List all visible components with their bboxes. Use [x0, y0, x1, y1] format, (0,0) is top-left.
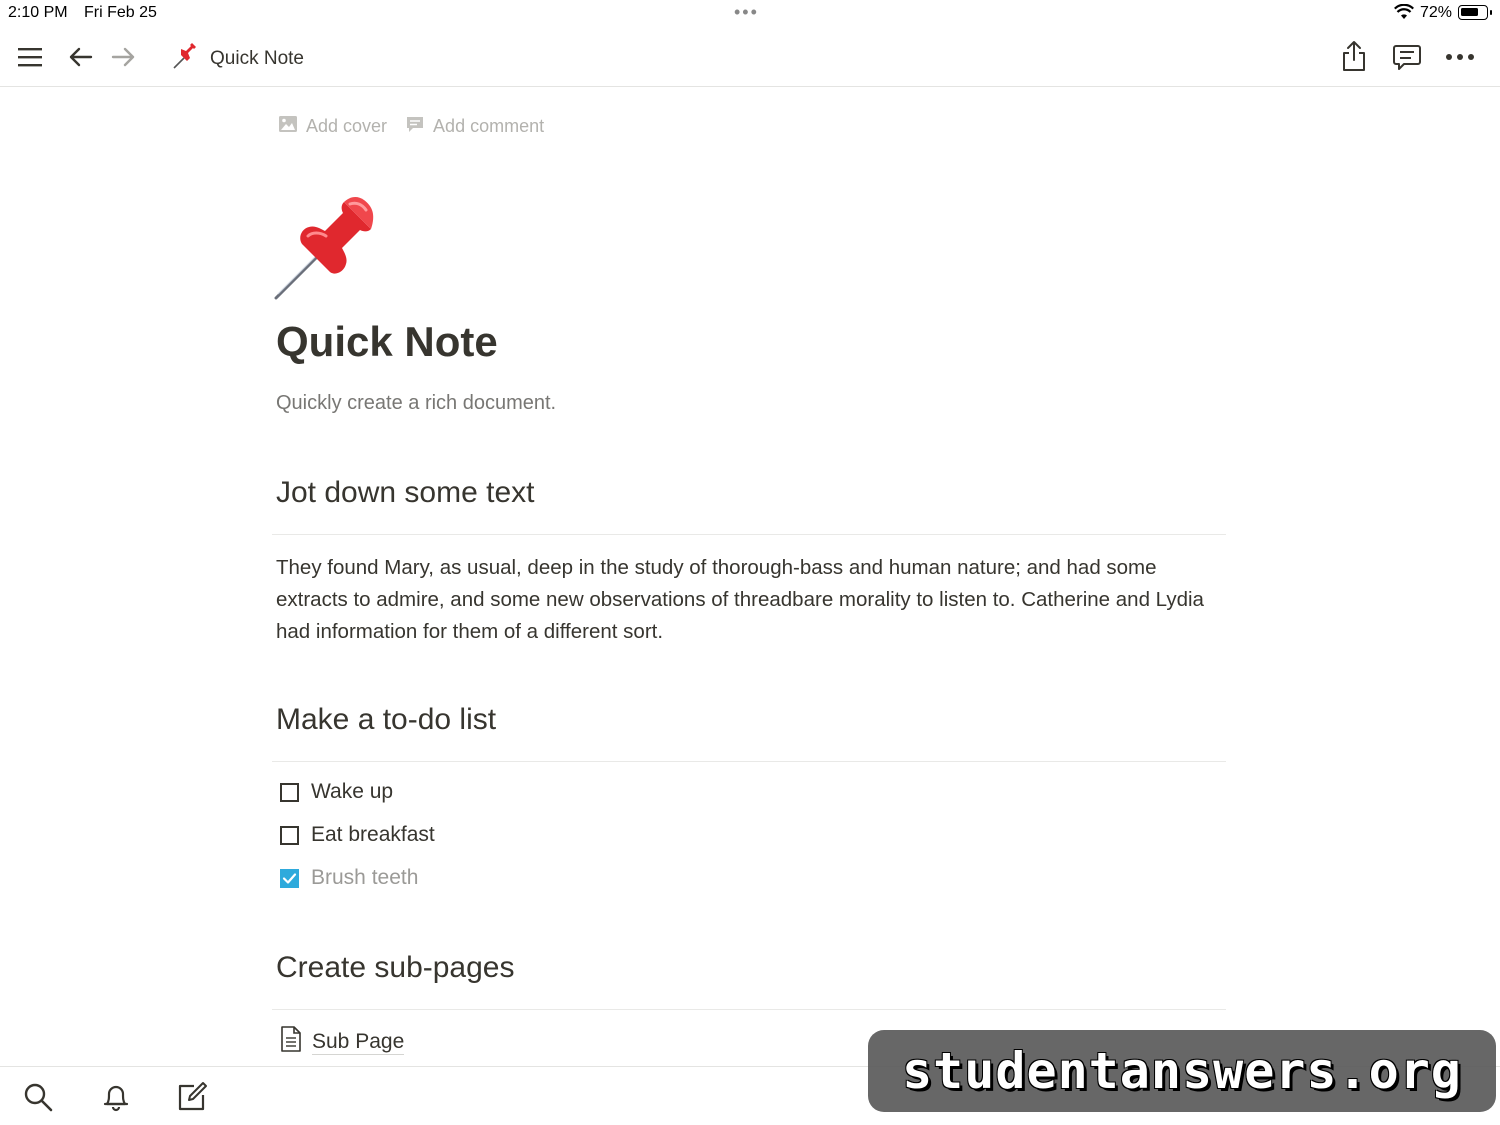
paragraph-block[interactable]: They found Mary, as usual, deep in the s… [276, 552, 1231, 648]
watermark-text: studentanswers.org [902, 1042, 1462, 1100]
heading-jot-down[interactable]: Jot down some text [276, 476, 534, 510]
page-actions: Add cover Add comment [278, 114, 544, 139]
checkmark-icon [282, 872, 297, 884]
menu-icon[interactable] [14, 42, 46, 72]
pushpin-icon [172, 42, 200, 75]
multitask-dots[interactable]: ••• [734, 2, 759, 23]
todo-item: Brush teeth [280, 866, 418, 890]
breadcrumb-title: Quick Note [210, 47, 304, 69]
todo-checkbox[interactable] [280, 782, 299, 802]
battery-percent: 72% [1420, 4, 1453, 21]
divider [272, 1009, 1226, 1010]
subpage-link[interactable]: Sub Page [280, 1026, 405, 1058]
todo-item: Eat breakfast [280, 823, 435, 847]
top-navigation-bar: Quick Note [0, 28, 1500, 87]
todo-checkbox[interactable] [280, 825, 299, 845]
watermark-banner: studentanswers.org [868, 1030, 1496, 1112]
todo-label[interactable]: Brush teeth [311, 866, 418, 890]
wifi-icon [1394, 3, 1414, 25]
page-breadcrumb[interactable]: Quick Note [172, 42, 304, 75]
heading-subpages[interactable]: Create sub-pages [276, 951, 514, 985]
share-icon[interactable] [1338, 38, 1370, 74]
search-icon[interactable] [20, 1079, 56, 1115]
divider [272, 761, 1226, 762]
status-bar: 2:10 PM Fri Feb 25 ••• 72% [0, 0, 1500, 28]
image-icon [278, 114, 298, 139]
more-icon[interactable] [1442, 42, 1478, 72]
add-cover-button[interactable]: Add cover [278, 114, 387, 139]
bell-icon[interactable] [98, 1079, 134, 1115]
divider [272, 534, 1226, 535]
subpage-label: Sub Page [312, 1029, 405, 1055]
page-title[interactable]: Quick Note [276, 318, 498, 366]
heading-todo[interactable]: Make a to-do list [276, 703, 496, 737]
document-icon [280, 1026, 302, 1058]
compose-icon[interactable] [174, 1079, 210, 1115]
comment-bubble-icon [405, 114, 425, 139]
comment-icon[interactable] [1390, 40, 1424, 74]
page-subtitle[interactable]: Quickly create a rich document. [276, 392, 556, 415]
back-arrow-icon[interactable] [64, 42, 96, 72]
todo-item: Wake up [280, 780, 393, 804]
battery-fill [1461, 8, 1478, 16]
battery-icon [1458, 5, 1492, 20]
forward-arrow-icon[interactable] [108, 42, 140, 72]
todo-checkbox-checked[interactable] [280, 868, 299, 888]
status-time: 2:10 PM [8, 4, 68, 21]
page-pushpin-icon[interactable] [272, 190, 384, 307]
add-comment-button[interactable]: Add comment [405, 114, 544, 139]
todo-label[interactable]: Wake up [311, 780, 393, 804]
todo-label[interactable]: Eat breakfast [311, 823, 435, 847]
status-date: Fri Feb 25 [84, 4, 157, 21]
add-cover-label: Add cover [306, 116, 388, 136]
add-comment-label: Add comment [433, 116, 545, 136]
